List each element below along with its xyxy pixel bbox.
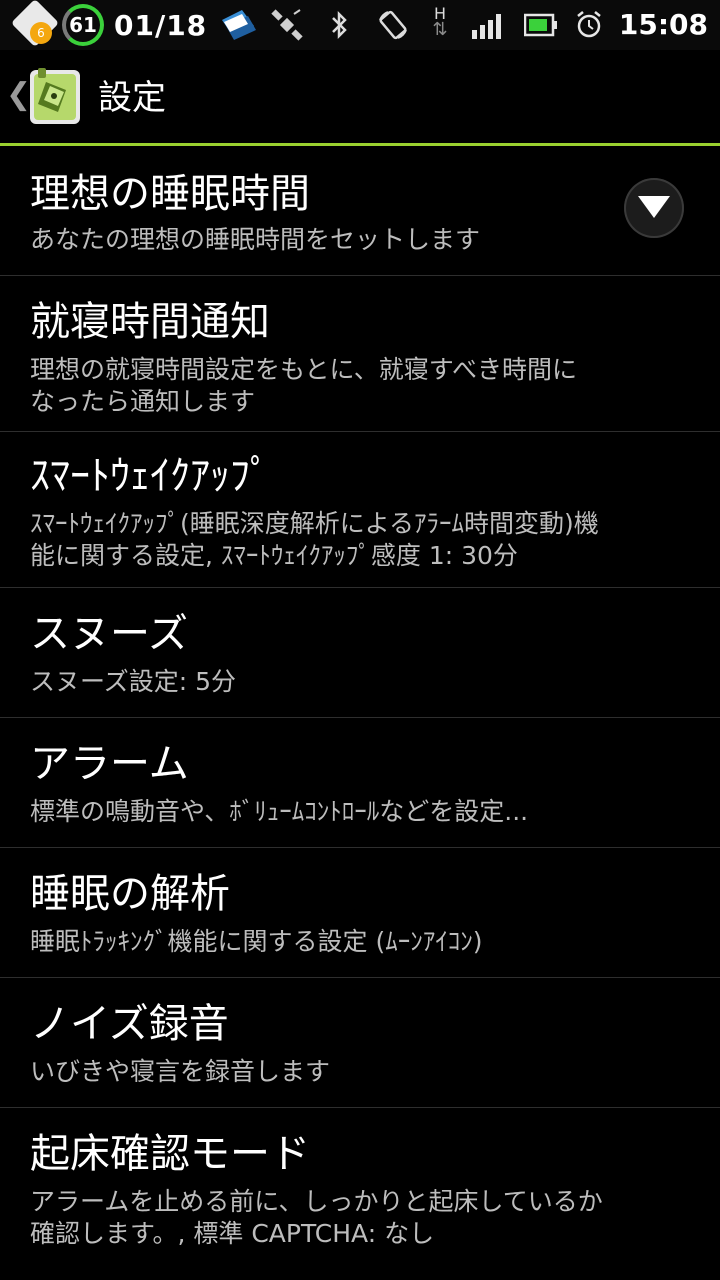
notification-icon[interactable]: 6: [10, 0, 60, 48]
setting-noise-recording[interactable]: ノイズ録音 いびきや寝言を録音します: [0, 978, 720, 1108]
status-time: 15:08: [618, 8, 708, 41]
battery-icon: [524, 13, 557, 37]
dropdown-button[interactable]: [624, 178, 684, 238]
status-bar: 6 61 01/18 H ⇅ 15:08: [0, 0, 720, 50]
setting-summary: アラームを止める前に、しっかりと起床しているか 確認します。, 標準 CAPTC…: [30, 1187, 603, 1248]
notification-count: 6: [30, 22, 52, 44]
setting-title: ノイズ録音: [30, 1001, 229, 1047]
setting-title: 起床確認モード: [30, 1131, 310, 1177]
satellite-icon: [271, 9, 303, 41]
setting-title: 就寝時間通知: [30, 299, 270, 345]
rotation-lock-icon: [379, 10, 407, 40]
setting-ideal-sleep-time[interactable]: 理想の睡眠時間 あなたの理想の睡眠時間をセットします: [0, 146, 720, 276]
action-bar: ❮ 設定: [0, 50, 720, 144]
status-date: 01/18: [114, 9, 208, 42]
setting-summary: ｽﾏｰﾄｳｪｲｸｱｯﾌﾟ(睡眠深度解析によるｱﾗｰﾑ時間変動)機 能に関する設定…: [30, 509, 599, 570]
setting-title: ｽﾏｰﾄｳｪｲｸｱｯﾌﾟ: [30, 453, 270, 499]
setting-captcha-mode[interactable]: 起床確認モード アラームを止める前に、しっかりと起床しているか 確認します。, …: [0, 1108, 720, 1268]
setting-summary: 睡眠ﾄﾗｯｷﾝｸﾞ機能に関する設定 (ﾑｰﾝｱｲｺﾝ): [30, 927, 483, 956]
setting-summary: スヌーズ設定: 5分: [30, 667, 237, 696]
chevron-down-icon: [638, 196, 670, 218]
alarm-clock-icon: [577, 11, 601, 38]
setting-smart-wakeup[interactable]: ｽﾏｰﾄｳｪｲｸｱｯﾌﾟ ｽﾏｰﾄｳｪｲｸｱｯﾌﾟ(睡眠深度解析によるｱﾗｰﾑ時…: [0, 432, 720, 588]
setting-alarm[interactable]: アラーム 標準の鳴動音や、ﾎﾞﾘｭｰﾑｺﾝﾄﾛｰﾙなどを設定...: [0, 718, 720, 848]
setting-title: 理想の睡眠時間: [30, 171, 310, 217]
setting-title: アラーム: [30, 741, 189, 787]
setting-title: スヌーズ: [30, 611, 188, 657]
battery-level: 61: [69, 13, 97, 37]
setting-sleep-analysis[interactable]: 睡眠の解析 睡眠ﾄﾗｯｷﾝｸﾞ機能に関する設定 (ﾑｰﾝｱｲｺﾝ): [0, 848, 720, 978]
hspa-data-icon: H ⇅: [432, 4, 448, 40]
folder-mail-icon: [222, 10, 256, 40]
setting-summary: あなたの理想の睡眠時間をセットします: [30, 225, 481, 254]
settings-list: 理想の睡眠時間 あなたの理想の睡眠時間をセットします 就寝時間通知 理想の就寝時…: [0, 146, 720, 1268]
setting-snooze[interactable]: スヌーズ スヌーズ設定: 5分: [0, 588, 720, 718]
sleep-as-android-app-icon[interactable]: [24, 62, 88, 130]
bluetooth-icon: [332, 10, 347, 40]
setting-bedtime-notification[interactable]: 就寝時間通知 理想の就寝時間設定をもとに、就寝すべき時間に なったら通知します: [0, 276, 720, 432]
signal-icon: [472, 14, 501, 39]
setting-summary: 標準の鳴動音や、ﾎﾞﾘｭｰﾑｺﾝﾄﾛｰﾙなどを設定...: [30, 797, 529, 826]
setting-summary: 理想の就寝時間設定をもとに、就寝すべき時間に なったら通知します: [30, 355, 578, 416]
page-title: 設定: [98, 78, 166, 118]
setting-title: 睡眠の解析: [30, 871, 230, 917]
setting-summary: いびきや寝言を録音します: [30, 1057, 331, 1086]
